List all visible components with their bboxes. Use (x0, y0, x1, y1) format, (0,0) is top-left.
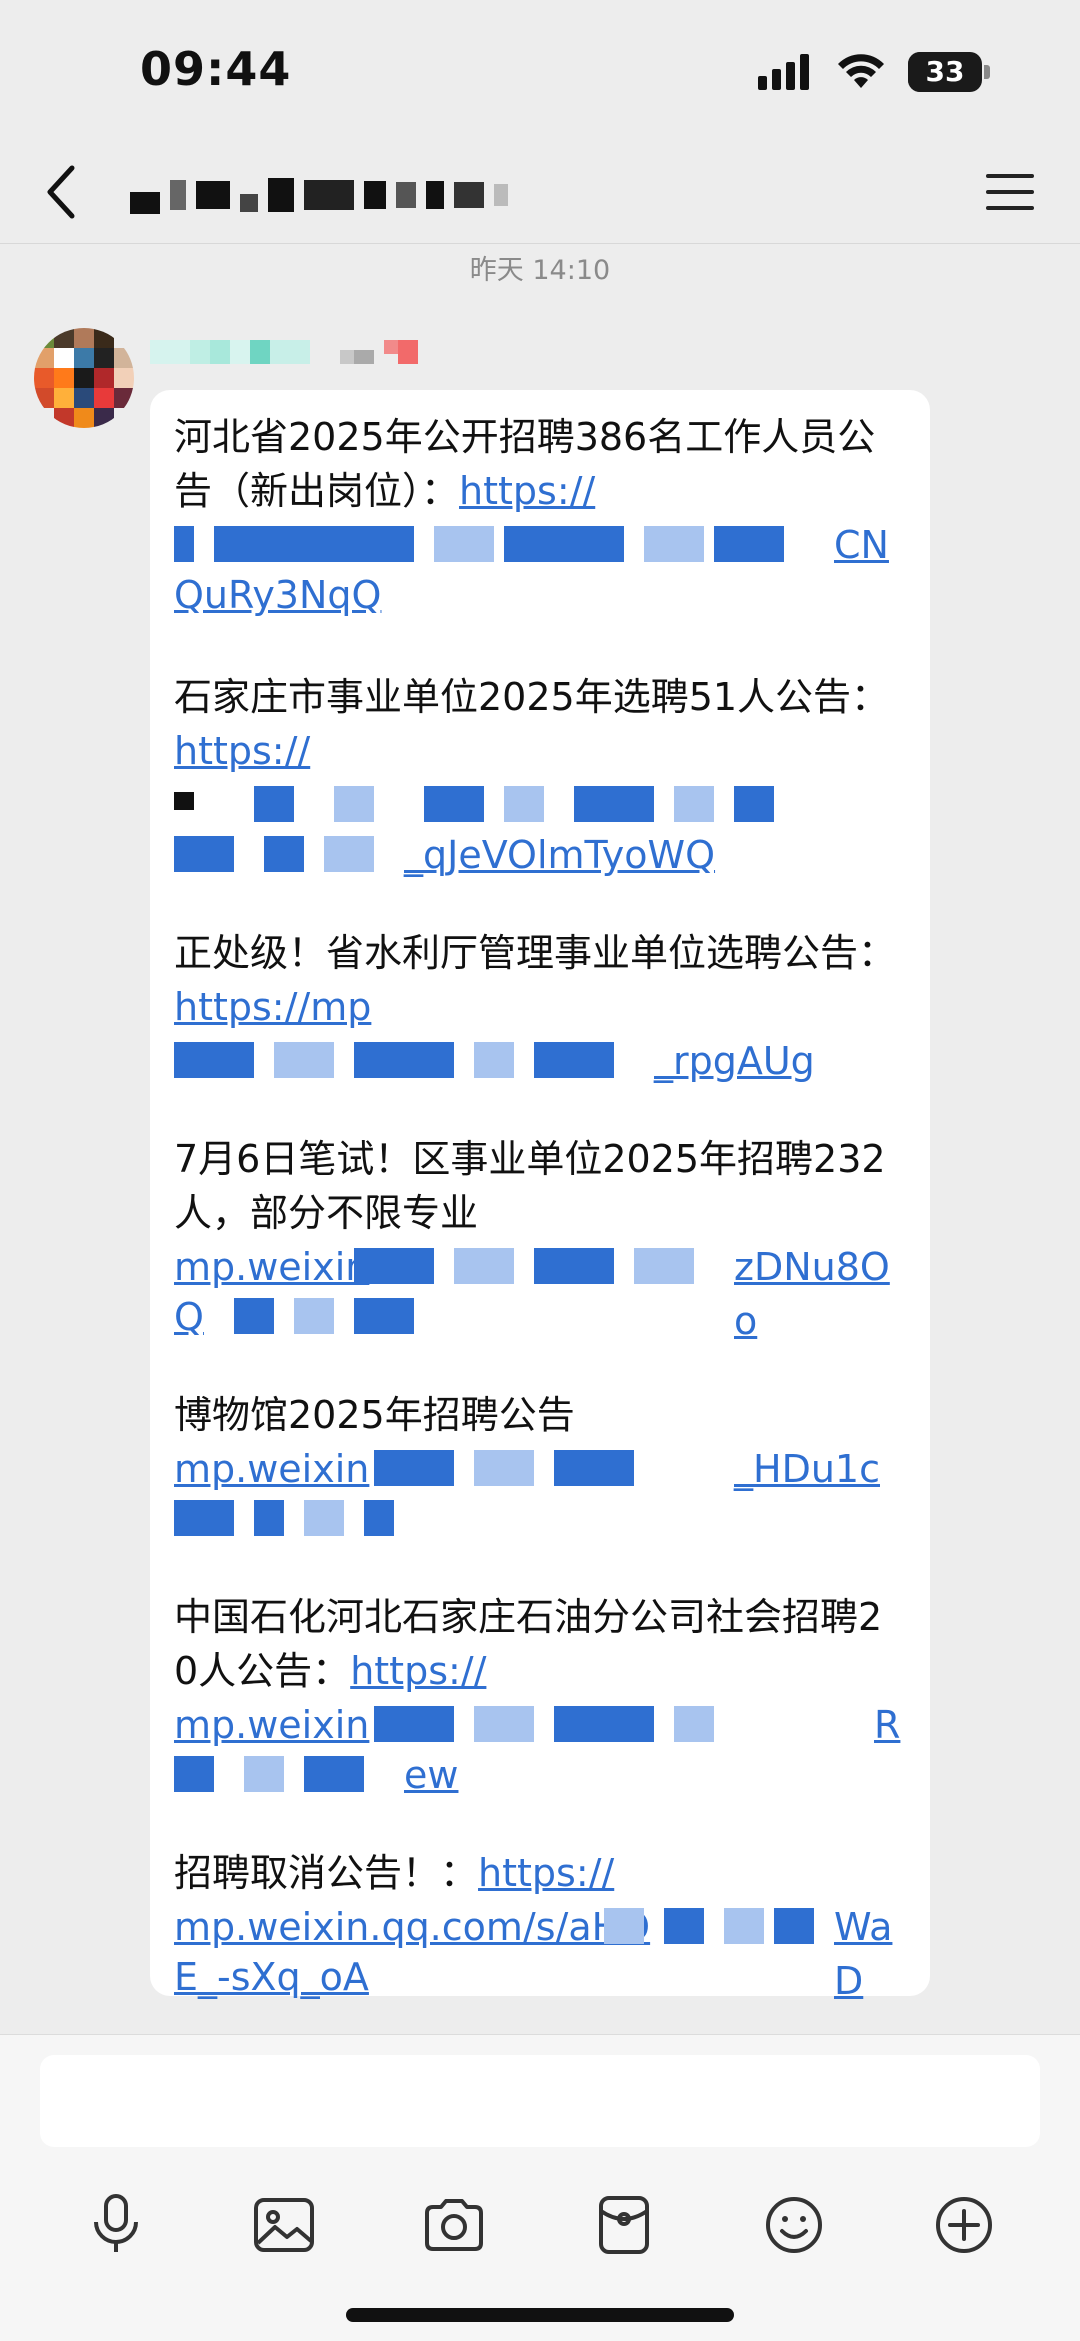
status-bar: 09:44 33 (0, 0, 1080, 140)
voice-button[interactable] (76, 2185, 156, 2265)
plus-icon (936, 2197, 992, 2253)
message-item: 7月6日笔试！区事业单位2025年招聘232人，部分不限专业 mp.weixin… (174, 1132, 906, 1343)
message-link[interactable]: https:// (459, 469, 595, 513)
message-item: 招聘取消公告！：https:// mp.weixin.qq.com/s/aHO … (174, 1846, 906, 2004)
camera-button[interactable] (414, 2185, 494, 2265)
microphone-icon (94, 2194, 138, 2252)
nav-bar (0, 140, 1080, 244)
redacted-link-segment (174, 778, 906, 828)
sender-avatar[interactable] (34, 328, 134, 428)
chat-screen: 09:44 33 昨天 14:10 河北省2025年公开招聘386名工作人员公告… (0, 0, 1080, 2341)
message-link[interactable]: mp.weixin (174, 1240, 369, 1294)
emoji-icon (766, 2197, 822, 2253)
message-text: 石家庄市事业单位2025年选聘51人公告： (174, 675, 890, 719)
chat-toolbar (0, 2185, 1080, 2275)
message-text: 博物馆2025年招聘公告 (174, 1393, 575, 1437)
message-input[interactable] (40, 2055, 1040, 2147)
message-text: 7月6日笔试！区事业单位2025年招聘232人，部分不限专业 (174, 1137, 886, 1235)
redacted-link-segment: mp.weixin R (174, 1698, 906, 1748)
image-button[interactable] (244, 2185, 324, 2265)
menu-button[interactable] (982, 164, 1038, 220)
input-area (0, 2034, 1080, 2341)
battery-level-text: 33 (925, 55, 965, 88)
message-link-mid[interactable]: mp.weixin (174, 1698, 369, 1752)
redacted-link-segment (174, 1492, 906, 1542)
message-link-end[interactable]: ew (404, 1748, 458, 1802)
message-item: 中国石化河北石家庄石油分公司社会招聘20人公告：https:// mp.weix… (174, 1590, 906, 1798)
status-time: 09:44 (140, 42, 292, 96)
message-link-tail[interactable]: _HDu1c (734, 1442, 880, 1496)
chevron-left-icon (47, 165, 75, 219)
message-link[interactable]: https:// (350, 1649, 486, 1693)
redacted-link-segment: mp.weixin.qq.com/s/aHO WaD (174, 1900, 906, 2003)
battery-icon: 33 (908, 52, 982, 92)
message-text: 中国石化河北石家庄石油分公司社会招聘20人公告： (174, 1595, 883, 1693)
redacted-link-segment: _rpgAUg (174, 1034, 906, 1084)
message-item: 正处级！省水利厅管理事业单位选聘公告： https://mp _rpgAUg (174, 926, 906, 1084)
image-icon (254, 2198, 314, 2252)
message-link-end[interactable]: Q (174, 1290, 204, 1344)
chat-title (130, 176, 508, 214)
red-packet-icon (599, 2196, 649, 2254)
message-link[interactable]: https:// (174, 729, 310, 773)
message-link[interactable]: https:// (478, 1851, 614, 1895)
message-item: 博物馆2025年招聘公告 mp.weixin _HDu1c (174, 1388, 906, 1542)
redacted-link-segment: _qJeVOlmTyoWQ (174, 828, 906, 878)
message-timestamp: 昨天 14:10 (469, 255, 611, 286)
redacted-link-segment: mp.weixin _HDu1c (174, 1442, 906, 1492)
message-link-mid[interactable]: mp.weixin.qq.com/s/aHO (174, 1900, 650, 1954)
message-item: 河北省2025年公开招聘386名工作人员公告（新出岗位）：https:// CN… (174, 410, 906, 622)
message-link-tail[interactable]: WaD (834, 1900, 906, 2008)
message-link-tail[interactable]: CN (834, 518, 889, 572)
message-bubble[interactable]: 河北省2025年公开招聘386名工作人员公告（新出岗位）：https:// CN… (150, 390, 930, 2003)
redacted-link-segment: ew (174, 1748, 906, 1798)
message-link-tail[interactable]: R (874, 1698, 900, 1752)
sender-name (150, 340, 418, 364)
status-icons: 33 (758, 52, 990, 92)
hamburger-menu-icon (986, 174, 1034, 210)
message-link-end[interactable]: E_-sXq_oA (174, 1955, 369, 1999)
more-button[interactable] (924, 2185, 1004, 2265)
message-link-end[interactable]: _qJeVOlmTyoWQ (404, 828, 715, 882)
signal-icon (758, 54, 809, 90)
red-packet-button[interactable] (584, 2185, 664, 2265)
message-text: 正处级！省水利厅管理事业单位选聘公告： (174, 931, 897, 975)
message-item: 石家庄市事业单位2025年选聘51人公告： https:// _qJeVOlmTy… (174, 670, 906, 878)
redacted-link-segment: Q (174, 1290, 906, 1340)
emoji-button[interactable] (754, 2185, 834, 2265)
redacted-link-segment: CN (174, 518, 906, 568)
back-button[interactable] (28, 156, 98, 228)
home-indicator[interactable] (346, 2308, 734, 2322)
redacted-link-segment: mp.weixin zDNu8Oo (174, 1240, 906, 1343)
message-link-end[interactable]: _rpgAUg (654, 1034, 815, 1088)
message-link-end[interactable]: QuRy3NqQ (174, 573, 381, 617)
camera-icon (425, 2199, 483, 2251)
message-link[interactable]: mp.weixin (174, 1442, 369, 1496)
message-link[interactable]: https://mp (174, 985, 371, 1029)
message-text: 招聘取消公告！： (174, 1851, 479, 1895)
wifi-icon (838, 54, 884, 88)
